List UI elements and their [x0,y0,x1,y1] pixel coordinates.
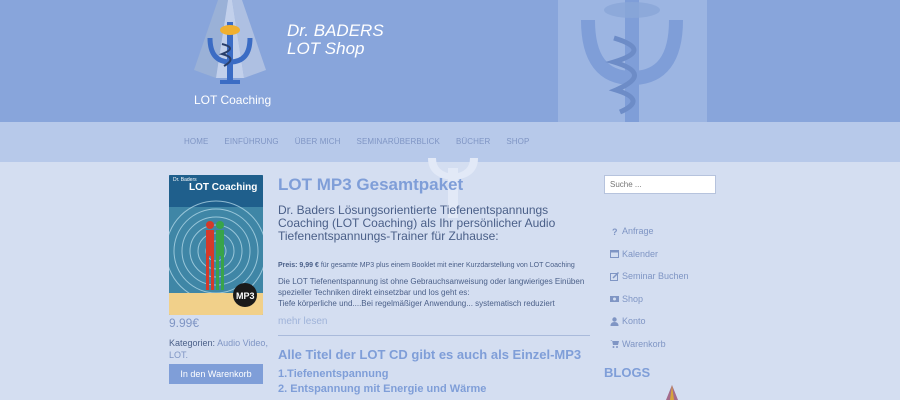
sidebar-link-label: Anfrage [622,226,654,237]
sidebar-link-kalender[interactable]: Kalender [610,243,689,266]
track-title-1[interactable]: 1.Tiefenentspannung [278,368,590,381]
cover-title: LOT Coaching [189,182,258,193]
psi-emblem-icon [581,0,683,122]
content-divider [278,335,590,336]
calendar-icon [610,249,619,259]
site-title-line1: Dr. BADERS [287,21,384,40]
product-categories: Kategorien: Audio Video, LOT. [169,337,269,361]
product-cover-image[interactable]: Dr. Baders LOT Coaching MP3 [169,175,263,315]
edit-icon [610,271,620,281]
product-description: Die LOT Tiefenentspannung ist ohne Gebra… [278,276,590,309]
cart-icon [610,339,619,349]
sidebar-link-label: Shop [622,293,644,304]
search-input[interactable] [604,175,716,194]
sidebar-link-label: Konto [622,316,646,327]
sidebar-links: ? Anfrage Kalender Seminar Buchen Shop K… [610,220,689,355]
sidebar-link-label: Seminar Buchen [622,271,689,282]
svg-text:?: ? [612,227,618,236]
user-icon [610,317,619,326]
description-line1: Die LOT Tiefenentspannung ist ohne Gebra… [278,277,585,297]
description-line2: Tiefe körperliche und....Bei regelmäßige… [278,299,555,308]
nav-item-buecher[interactable]: BÜCHER [456,137,490,146]
categories-label: Kategorien: [169,338,216,348]
site-header: LOT Coaching Dr. BADERS LOT Shop [0,0,900,122]
sidebar-link-konto[interactable]: Konto [610,310,689,333]
track-title-2[interactable]: 2. Entspannung mit Energie und Wärme [278,383,590,396]
sidebar-link-label: Kalender [622,248,659,259]
sidebar-link-warenkorb[interactable]: Warenkorb [610,333,689,356]
nav-item-shop[interactable]: SHOP [506,137,529,146]
nav-item-ueber-mich[interactable]: ÜBER MICH [295,137,341,146]
nav-item-einfuehrung[interactable]: EINFÜHRUNG [224,137,278,146]
blogs-heading: BLOGS [604,365,651,380]
sidebar-link-anfrage[interactable]: ? Anfrage [610,220,689,243]
product-price: 9.99€ [169,316,200,330]
product-pricing-line: Preis: 9,99 € für gesamte MP3 plus einem… [278,262,590,270]
sidebar-link-seminar-buchen[interactable]: Seminar Buchen [610,265,689,288]
header-psi-art [558,0,707,122]
sidebar-link-label: Warenkorb [622,338,666,349]
cover-mp3-badge: MP3 [236,291,255,301]
main-nav: HOME EINFÜHRUNG ÜBER MICH SEMINARÜBERBLI… [0,122,900,162]
logo-label: LOT Coaching [194,93,272,107]
product-content: LOT MP3 Gesamtpaket Dr. Baders Lösungsor… [278,174,590,396]
read-more-link[interactable]: mehr lesen [278,316,590,327]
sidebar-link-shop[interactable]: Shop [610,288,689,311]
question-icon: ? [610,227,619,237]
section-title: Alle Titel der LOT CD gibt es auch als E… [278,347,582,362]
product-subtitle: Dr. Baders Lösungsorientierte Tiefenents… [278,203,556,243]
nav-item-seminaruberblick[interactable]: SEMINARÜBERBLICK [357,137,440,146]
nav-item-home[interactable]: HOME [184,137,208,146]
add-to-cart-button[interactable]: In den Warenkorb [169,364,263,384]
site-title[interactable]: Dr. BADERS LOT Shop [287,22,384,58]
price-description: für gesamte MP3 plus einem Booklet mit e… [318,262,575,269]
product-title[interactable]: LOT MP3 Gesamtpaket [278,174,590,196]
price-label: Preis: 9,99 € [278,262,319,269]
blog-thumbnail-icon[interactable] [664,385,680,400]
site-title-line2: LOT Shop [287,39,365,58]
shop-icon [610,294,619,303]
